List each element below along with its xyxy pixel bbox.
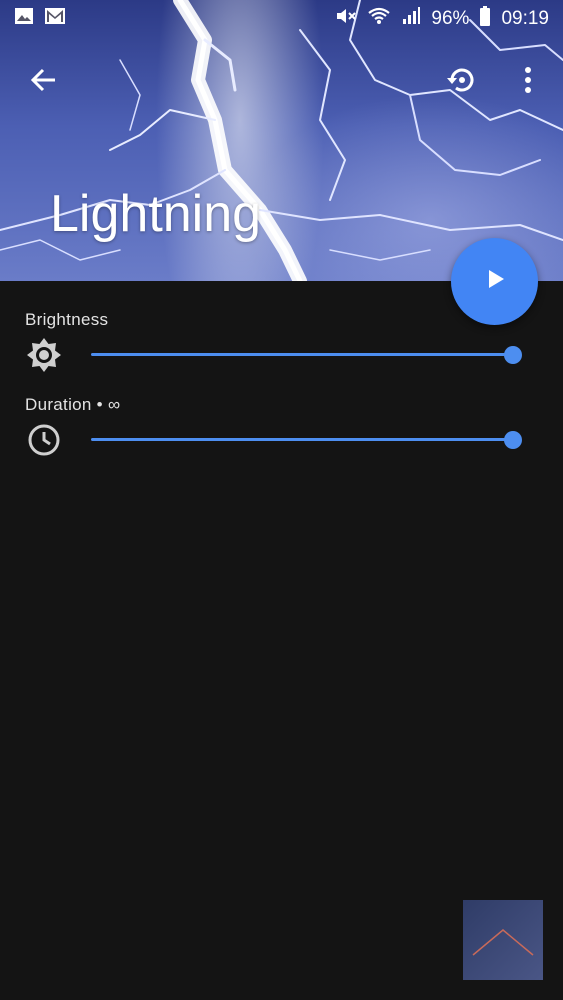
chevron-up-icon [472, 929, 534, 956]
clock-time: 09:19 [501, 8, 549, 29]
battery-level: 96% [431, 8, 470, 29]
duration-slider-thumb[interactable] [504, 431, 522, 449]
mute-icon [335, 6, 357, 32]
battery-icon [479, 6, 491, 32]
clock-icon [26, 422, 62, 458]
more-vert-icon[interactable] [510, 58, 546, 102]
duration-slider[interactable] [91, 438, 513, 441]
gmail-icon [44, 7, 66, 31]
gallery-icon [14, 6, 34, 32]
wifi-icon [367, 6, 391, 32]
back-arrow-icon[interactable] [22, 58, 66, 102]
restore-icon[interactable] [439, 58, 483, 102]
brightness-label: Brightness [25, 310, 109, 329]
page-title: Lightning [50, 185, 262, 243]
header-image: 96% 09:19 Lightning [0, 0, 563, 281]
brightness-slider-thumb[interactable] [504, 346, 522, 364]
status-bar: 96% 09:19 [0, 0, 563, 38]
floating-thumbnail[interactable] [463, 900, 543, 980]
play-icon [483, 267, 507, 296]
signal-icon [401, 6, 421, 32]
brightness-icon [26, 337, 62, 373]
play-button[interactable] [451, 238, 538, 325]
duration-label: Duration • ∞ [25, 395, 121, 414]
brightness-slider[interactable] [91, 353, 513, 356]
